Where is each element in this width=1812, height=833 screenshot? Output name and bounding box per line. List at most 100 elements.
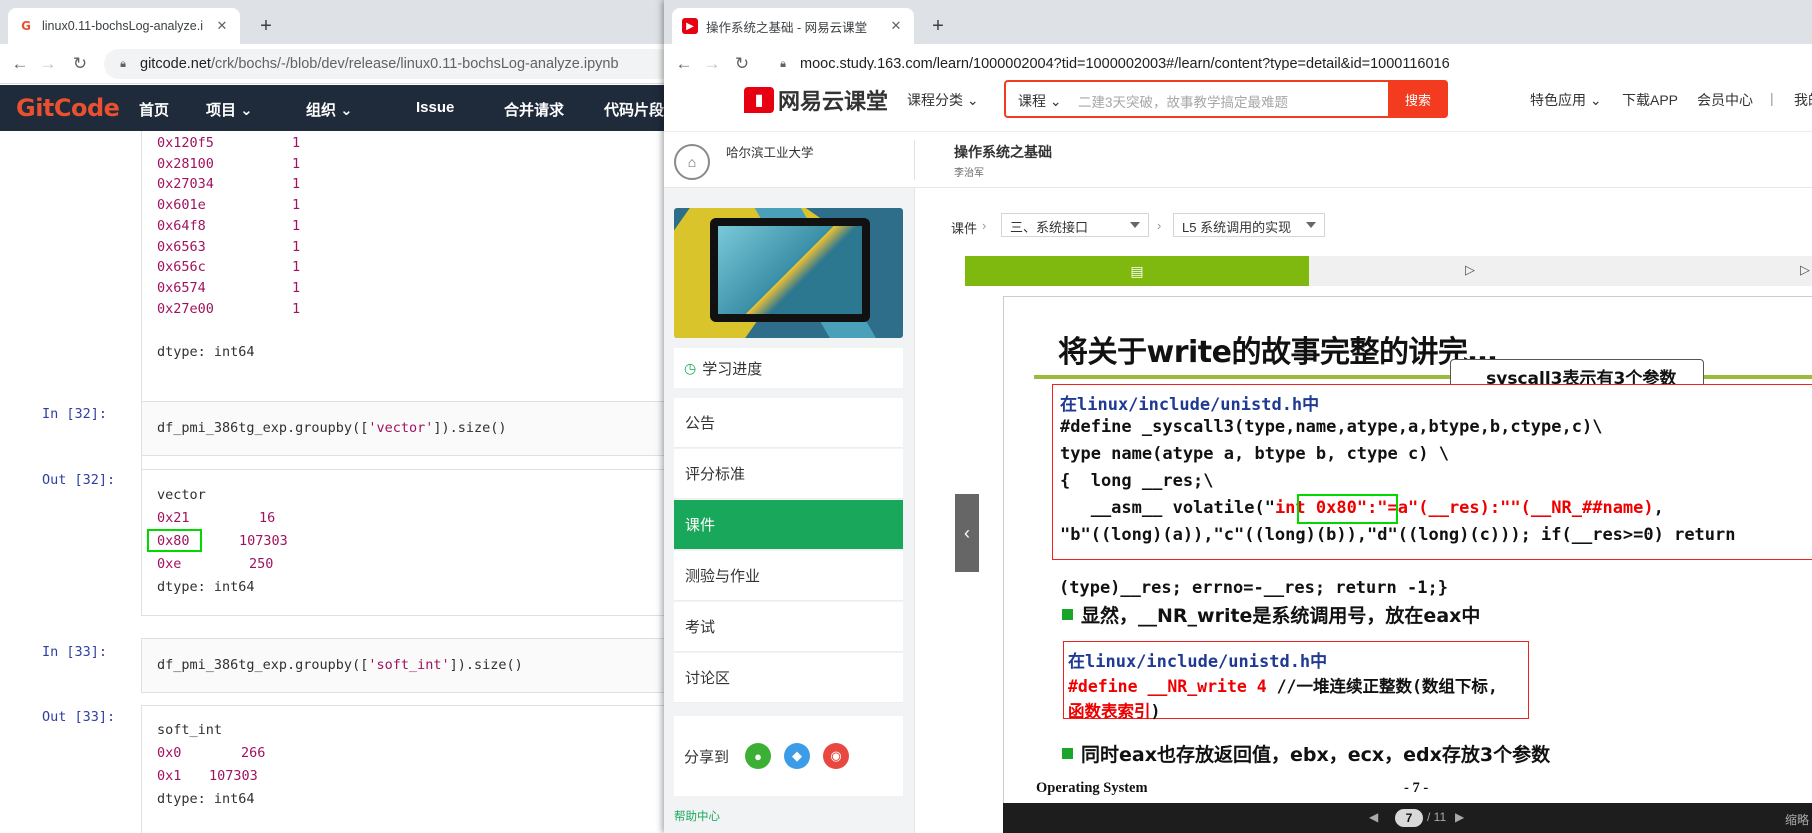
search-button[interactable]: 搜索 [1388,80,1448,118]
in32-prompt: In [32]: [42,406,108,422]
next-page-icon[interactable]: ▶ [1455,810,1464,824]
row-value: 1 [292,197,301,214]
gitcode-logo[interactable]: GitCode [16,94,120,122]
clock-icon: ◷ [684,359,697,376]
chapter-select[interactable]: 三、系统接口 [1001,213,1149,237]
sidebar-item-courseware[interactable]: 课件 [674,500,903,550]
collapse-sidebar-button[interactable]: ‹ [955,494,979,572]
nav-merge-requests[interactable]: 合并请求 [504,99,564,120]
breadcrumb-separator-icon: › [1157,218,1162,233]
close-tab-icon[interactable]: ✕ [888,18,904,34]
sidebar-item-announcement[interactable]: 公告 [674,398,903,448]
sidebar-item-exam[interactable]: 考试 [674,602,903,652]
highlight-0x80-box [147,529,202,552]
prev-page-icon[interactable]: ◀ [1369,810,1378,824]
tab-document[interactable]: ▤ [965,256,1309,286]
thumbnail-toggle[interactable]: 缩略 [1785,811,1809,828]
url-host: gitcode.net [140,56,211,72]
right-browser-window: ▶ 操作系统之基础 - 网易云课堂 ✕ + ← → ↻ 🔒︎ mooc.stud… [664,0,1812,833]
nav-snippets[interactable]: 代码片段 [604,99,664,120]
code-33: df_pmi_386tg_exp.groupby(['soft_int']).s… [157,657,523,673]
row-key: 0x0 [157,745,182,761]
progress-link[interactable]: ◷ 学习进度 [674,348,903,388]
back-arrow-icon[interactable]: ← [6,50,34,78]
gitcode-favicon-icon: G [18,18,34,34]
close-tab-icon[interactable]: ✕ [214,18,230,34]
lesson-select-value: L5 系统调用的实现 [1182,220,1292,235]
category-menu[interactable]: 课程分类 ⌄ [907,90,979,110]
search-box[interactable]: 课程 ⌄ 二建3天突破，故事教学搞定最难题 搜索 [1004,80,1448,118]
box1-line1: 在linux/include/unistd.h中 [1060,395,1320,415]
sidebar-item-forum[interactable]: 讨论区 [674,653,903,703]
page-total: / 11 [1427,810,1447,824]
sidebar-item-grading[interactable]: 评分标准 [674,449,903,499]
nav-projects[interactable]: 项目 ⌄ [206,99,253,120]
search-input[interactable]: 二建3天突破，故事教学搞定最难题 [1078,91,1288,111]
netease-logo[interactable]: ▮ 网易云课堂 [744,84,888,116]
menu-divider: | [1770,90,1774,106]
output-row: 0x1 107303 [157,768,258,784]
course-title[interactable]: 操作系统之基础 [954,142,1052,162]
search-scope-select[interactable]: 课程 ⌄ [1018,91,1062,111]
menu-vip[interactable]: 会员中心 [1697,90,1753,110]
wechat-share-icon[interactable]: ● [745,743,772,769]
slide-title: 将关于write的故事完整的讲完… [1058,335,1497,370]
sidebar-item-quiz[interactable]: 测验与作业 [674,551,903,601]
tab-video-2[interactable]: ▷ [1800,262,1810,278]
row-key: 0x120f5 [157,135,214,151]
bullet-square-icon [1062,748,1073,759]
page-number-input[interactable]: 7 [1395,809,1423,827]
school-name[interactable]: 哈尔滨工业大学 [726,142,814,161]
output-row: 0x601e 1 [157,197,300,213]
course-cover-image [674,208,903,338]
menu-download-app[interactable]: 下载APP [1622,90,1678,110]
tab-video[interactable]: ▷ [1465,262,1475,278]
breadcrumb-root[interactable]: 课件 [951,218,977,237]
row-value: 250 [249,556,274,572]
menu-mine[interactable]: 我的 [1794,90,1812,110]
menu-featured[interactable]: 特色应用 ⌄ [1530,90,1602,110]
lock-icon: 🔒︎ [120,57,126,70]
out33-dtype: dtype: int64 [157,791,255,807]
qq-share-icon[interactable]: ◆ [784,743,811,769]
laptop-icon [710,218,870,322]
out33-prompt: Out [33]: [42,709,116,725]
row-value: 1 [292,176,301,193]
left-address-bar[interactable]: 🔒︎ gitcode.net/crk/bochs/-/blob/dev/rele… [104,49,674,79]
right-tab[interactable]: ▶ 操作系统之基础 - 网易云课堂 ✕ [672,8,914,44]
help-center-link[interactable]: 帮助中心 [674,808,720,824]
course-divider [914,140,915,180]
chevron-down-icon [1306,222,1316,228]
course-sidebar: ◷ 学习进度 公告 评分标准 课件 测验与作业 考试 讨论区 分享到 ● ◆ ◉… [664,188,914,833]
slide-player-bar: ◀ 7 / 11 ▶ 缩略 [1003,803,1812,833]
output-row: 0x28100 1 [157,156,300,172]
left-nav-bar: ← → ↻ 🔒︎ gitcode.net/crk/bochs/-/blob/de… [0,44,680,84]
in33-prompt: In [33]: [42,644,108,660]
output-row: 0x27e00 1 [157,301,300,317]
reload-icon[interactable]: ↻ [66,50,94,78]
row-key: 0x6563 [157,238,206,255]
out32-prompt: Out [32]: [42,472,116,488]
share-label: 分享到 [684,748,730,766]
nav-orgs[interactable]: 组织 ⌄ [306,99,353,120]
forward-arrow-icon[interactable]: → [34,50,62,78]
right-tab-title: 操作系统之基础 - 网易云课堂 [706,20,868,35]
left-tab-strip: G linux0.11-bochsLog-analyze.i ✕ + [0,0,680,44]
box1-line4: { long __res;\ [1060,471,1214,491]
new-tab-button[interactable]: + [924,12,952,40]
new-tab-button[interactable]: + [252,12,280,40]
laptop-screen [718,226,862,314]
nav-issue[interactable]: Issue [416,99,454,116]
lesson-select[interactable]: L5 系统调用的实现 [1173,213,1325,237]
media-tabs: ▤ ▷ ▷ [965,256,1812,286]
row-key: 0x1 [157,768,182,784]
weibo-share-icon[interactable]: ◉ [823,743,850,769]
nav-home[interactable]: 首页 [139,99,169,120]
url-path: /crk/bochs/-/blob/dev/release/linux0.11-… [210,56,619,72]
course-teacher[interactable]: 李治军 [954,164,984,179]
row-key: 0x656c [157,259,206,276]
output-row: 0x27034 1 [157,176,300,192]
notebook-area: 0x120f5 1 0x28100 1 0x27034 1 0x601e 1 0x64f8 1 0x… [0,131,665,833]
left-tab[interactable]: G linux0.11-bochsLog-analyze.i ✕ [8,8,240,44]
out32-header: vector [157,487,206,503]
